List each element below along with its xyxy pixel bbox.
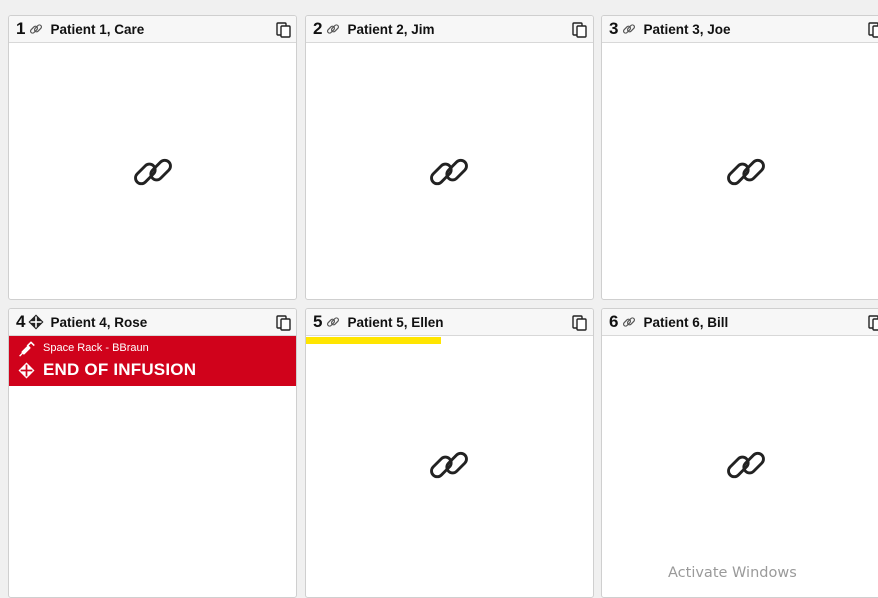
tile-header: 5 Patient 5, Ellen [306, 309, 593, 336]
patient-name: Patient 5, Ellen [347, 314, 444, 330]
activate-windows-watermark: Activate Windows [668, 565, 797, 581]
tile-header: 1 Patient 1, Care [9, 16, 296, 43]
tile-number: 1 [16, 19, 26, 38]
device-icon[interactable] [276, 315, 291, 331]
link-icon [327, 24, 340, 34]
patient-tile-5[interactable]: 5 Patient 5, Ellen [305, 308, 594, 598]
device-icon[interactable] [572, 22, 587, 38]
device-icon[interactable] [276, 22, 291, 38]
link-icon [134, 158, 172, 186]
tile-number: 3 [609, 19, 619, 38]
patient-name: Patient 3, Joe [643, 21, 731, 37]
patient-name: Patient 1, Care [50, 21, 145, 37]
patient-name: Patient 6, Bill [643, 314, 729, 330]
link-icon [727, 451, 765, 479]
device-icon[interactable] [868, 22, 878, 38]
tile-number: 4 [16, 312, 26, 331]
tile-header: 3 Patient 3, Joe [602, 16, 878, 43]
alarm-message: END OF INFUSION [43, 360, 197, 379]
patient-name: Patient 2, Jim [347, 21, 435, 37]
link-icon [727, 158, 765, 186]
link-icon [327, 317, 340, 327]
patient-tile-1[interactable]: 1 Patient 1, Care [8, 15, 297, 300]
syringe-icon [19, 341, 35, 357]
selection-indicator [306, 337, 441, 344]
patient-tile-3[interactable]: 3 Patient 3, Joe [601, 15, 878, 300]
device-icon[interactable] [572, 315, 587, 331]
tile-number: 6 [609, 312, 619, 331]
alarm-source: Space Rack - BBraun [43, 342, 149, 354]
patient-name: Patient 4, Rose [50, 314, 148, 330]
end-of-infusion-icon [28, 314, 44, 330]
tile-header: 2 Patient 2, Jim [306, 16, 593, 43]
patient-grid: 1 Patient 1, Care 2 Patient 2, Jim 3 Pat… [0, 0, 878, 598]
tile-header: 4 Patient 4, Rose [9, 309, 296, 336]
link-icon [30, 24, 43, 34]
link-icon [623, 24, 636, 34]
tile-header: 6 Patient 6, Bill [602, 309, 878, 336]
patient-tile-2[interactable]: 2 Patient 2, Jim [305, 15, 594, 300]
link-icon [430, 158, 468, 186]
patient-tile-4[interactable]: 4 Patient 4, Rose Space Rack - BBraun EN… [8, 308, 297, 598]
tile-number: 5 [313, 312, 323, 331]
tile-number: 2 [313, 19, 323, 38]
end-of-infusion-icon [18, 362, 35, 379]
alarm-banner[interactable]: Space Rack - BBraun END OF INFUSION [9, 336, 296, 386]
patient-tile-6[interactable]: 6 Patient 6, Bill [601, 308, 878, 598]
link-icon [623, 317, 636, 327]
device-icon[interactable] [868, 315, 878, 331]
link-icon [430, 451, 468, 479]
